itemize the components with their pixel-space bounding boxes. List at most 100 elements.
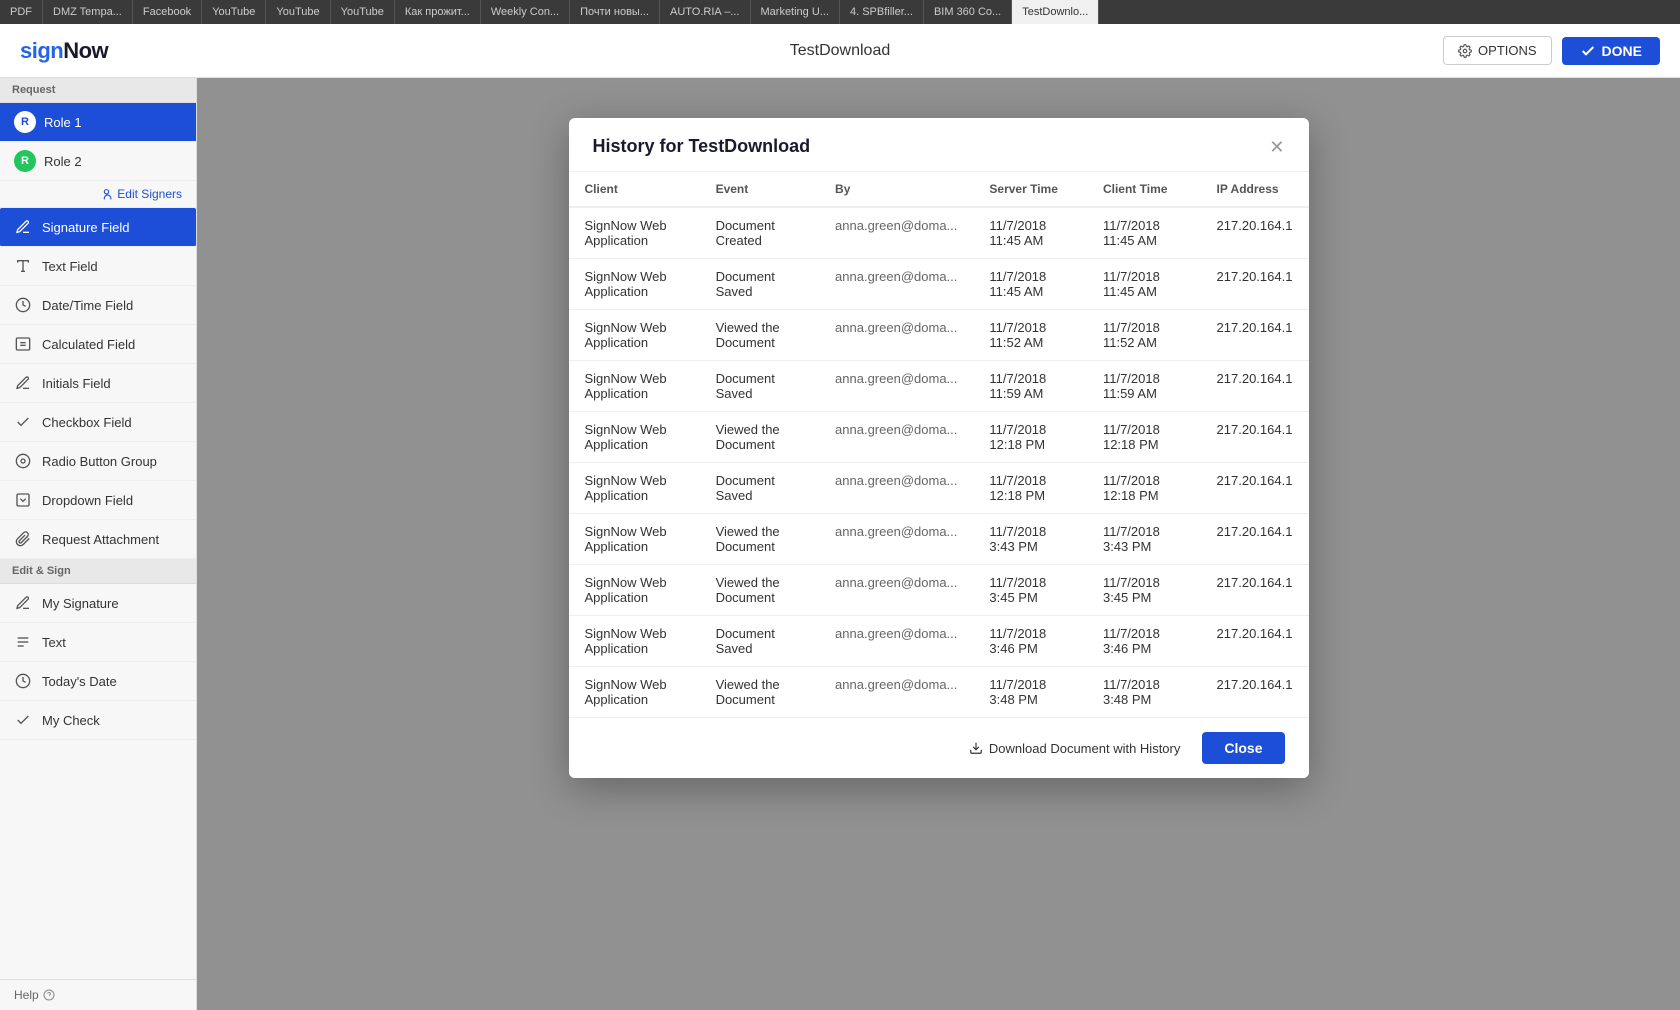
cell-by: anna.green@doma... xyxy=(819,207,973,259)
todays-date-icon xyxy=(14,672,32,690)
cell-event: Document Saved xyxy=(700,463,819,514)
role2-badge: R xyxy=(14,150,36,172)
cell-client-time: 11/7/2018 3:48 PM xyxy=(1087,667,1201,718)
cell-server-time: 11/7/2018 11:45 AM xyxy=(973,259,1087,310)
signature-field-label: Signature Field xyxy=(42,220,129,235)
cell-ip: 217.20.164.1 xyxy=(1201,565,1309,616)
edit-sign-section-header: Edit & Sign xyxy=(0,559,196,584)
role1-badge: R xyxy=(14,111,36,133)
cell-server-time: 11/7/2018 12:18 PM xyxy=(973,463,1087,514)
cell-event: Viewed the Document xyxy=(700,514,819,565)
download-label: Download Document with History xyxy=(989,741,1180,756)
cell-client-time: 11/7/2018 11:45 AM xyxy=(1087,207,1201,259)
table-row: SignNow Web Application Document Saved a… xyxy=(569,463,1309,514)
sidebar-item-text-field[interactable]: Text Field xyxy=(0,247,196,286)
text-field-label: Text Field xyxy=(42,259,98,274)
tab-youtube1[interactable]: YouTube xyxy=(202,0,266,24)
edit-signers-row[interactable]: Edit Signers xyxy=(0,181,196,208)
sidebar-item-calculated-field[interactable]: Calculated Field xyxy=(0,325,196,364)
cell-client-time: 11/7/2018 12:18 PM xyxy=(1087,412,1201,463)
sidebar-item-role2[interactable]: R Role 2 xyxy=(0,142,196,181)
sidebar-item-attachment-field[interactable]: Request Attachment xyxy=(0,520,196,559)
content-area: S/ History for TestDownload ✕ Client Eve… xyxy=(197,78,1680,1010)
tab-spb[interactable]: 4. SPBfiller... xyxy=(840,0,924,24)
tab-youtube2[interactable]: YouTube xyxy=(266,0,330,24)
sidebar-item-my-check[interactable]: My Check xyxy=(0,701,196,740)
help-icon xyxy=(43,989,55,1001)
table-row: SignNow Web Application Viewed the Docum… xyxy=(569,565,1309,616)
download-icon xyxy=(969,741,983,755)
initials-field-label: Initials Field xyxy=(42,376,111,391)
sidebar-item-signature-field[interactable]: Signature Field xyxy=(0,208,196,247)
cell-server-time: 11/7/2018 3:46 PM xyxy=(973,616,1087,667)
tab-marketing[interactable]: Marketing U... xyxy=(751,0,840,24)
cell-server-time: 11/7/2018 3:45 PM xyxy=(973,565,1087,616)
done-label: DONE xyxy=(1602,43,1642,59)
initials-field-icon xyxy=(14,374,32,392)
cell-client-time: 11/7/2018 12:18 PM xyxy=(1087,463,1201,514)
tab-youtube3[interactable]: YouTube xyxy=(331,0,395,24)
done-icon xyxy=(1580,43,1596,59)
help-label: Help xyxy=(14,988,39,1002)
gear-icon xyxy=(1458,44,1472,58)
cell-server-time: 11/7/2018 11:45 AM xyxy=(973,207,1087,259)
sidebar-item-initials-field[interactable]: Initials Field xyxy=(0,364,196,403)
table-row: SignNow Web Application Viewed the Docum… xyxy=(569,310,1309,361)
table-row: SignNow Web Application Document Saved a… xyxy=(569,259,1309,310)
table-row: SignNow Web Application Viewed the Docum… xyxy=(569,514,1309,565)
sidebar-item-text[interactable]: Text xyxy=(0,623,196,662)
cell-event: Viewed the Document xyxy=(700,412,819,463)
modal-title: History for TestDownload xyxy=(593,136,811,157)
tab-kak[interactable]: Как прожит... xyxy=(395,0,481,24)
table-row: SignNow Web Application Document Saved a… xyxy=(569,616,1309,667)
cell-client: SignNow Web Application xyxy=(569,667,700,718)
document-title: TestDownload xyxy=(790,42,891,60)
calculated-field-label: Calculated Field xyxy=(42,337,135,352)
cell-event: Viewed the Document xyxy=(700,310,819,361)
tab-facebook[interactable]: Facebook xyxy=(133,0,202,24)
close-button[interactable]: Close xyxy=(1202,732,1284,764)
checkbox-field-icon xyxy=(14,413,32,431)
download-history-button[interactable]: Download Document with History xyxy=(959,735,1190,762)
tab-bim[interactable]: BIM 360 Co... xyxy=(924,0,1012,24)
help-row[interactable]: Help xyxy=(0,979,196,1010)
sidebar-item-radio-field[interactable]: Radio Button Group xyxy=(0,442,196,481)
todays-date-label: Today's Date xyxy=(42,674,117,689)
edit-signers-label: Edit Signers xyxy=(117,187,182,201)
sidebar-item-role1[interactable]: R Role 1 xyxy=(0,103,196,142)
cell-server-time: 11/7/2018 11:59 AM xyxy=(973,361,1087,412)
sidebar-item-datetime-field[interactable]: Date/Time Field xyxy=(0,286,196,325)
cell-client: SignNow Web Application xyxy=(569,565,700,616)
sidebar-item-todays-date[interactable]: Today's Date xyxy=(0,662,196,701)
cell-by: anna.green@doma... xyxy=(819,565,973,616)
modal-close-button[interactable]: ✕ xyxy=(1269,138,1284,156)
cell-client-time: 11/7/2018 3:43 PM xyxy=(1087,514,1201,565)
sidebar-item-dropdown-field[interactable]: Dropdown Field xyxy=(0,481,196,520)
cell-by: anna.green@doma... xyxy=(819,463,973,514)
tab-pdf[interactable]: PDF xyxy=(0,0,43,24)
tab-dmz[interactable]: DMZ Tempa... xyxy=(43,0,133,24)
tab-weekly[interactable]: Weekly Con... xyxy=(481,0,570,24)
tab-auto[interactable]: AUTO.RIA –... xyxy=(660,0,751,24)
signature-field-icon xyxy=(14,218,32,236)
tab-pochti[interactable]: Почти новы... xyxy=(570,0,660,24)
modal-footer: Download Document with History Close xyxy=(569,717,1309,778)
options-button[interactable]: OPTIONS xyxy=(1443,36,1552,65)
sidebar-item-checkbox-field[interactable]: Checkbox Field xyxy=(0,403,196,442)
attachment-field-icon xyxy=(14,530,32,548)
request-section-header: Request xyxy=(0,78,196,103)
tab-testdownload[interactable]: TestDownlo... xyxy=(1012,0,1099,24)
cell-ip: 217.20.164.1 xyxy=(1201,412,1309,463)
calculated-field-icon xyxy=(14,335,32,353)
attachment-field-label: Request Attachment xyxy=(42,532,159,547)
cell-client: SignNow Web Application xyxy=(569,616,700,667)
radio-field-label: Radio Button Group xyxy=(42,454,157,469)
dropdown-field-label: Dropdown Field xyxy=(42,493,133,508)
col-server-time: Server Time xyxy=(973,172,1087,207)
cell-ip: 217.20.164.1 xyxy=(1201,207,1309,259)
cell-ip: 217.20.164.1 xyxy=(1201,259,1309,310)
done-button[interactable]: DONE xyxy=(1562,37,1660,65)
sidebar-item-my-signature[interactable]: My Signature xyxy=(0,584,196,623)
table-header-row: Client Event By Server Time Client Time … xyxy=(569,172,1309,207)
text-field-icon xyxy=(14,257,32,275)
